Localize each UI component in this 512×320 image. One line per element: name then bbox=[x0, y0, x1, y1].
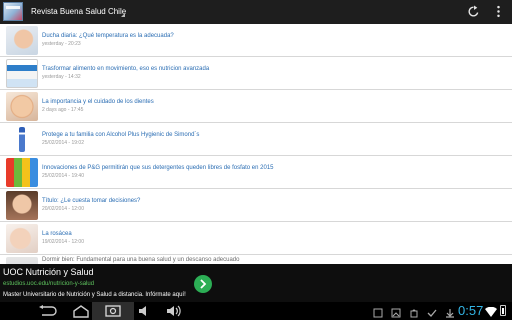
article-date: 20/02/2014 - 12:00 bbox=[42, 206, 84, 212]
ad-banner[interactable]: UOC Nutrición y Salud estudios.uoc.edu/n… bbox=[0, 264, 512, 302]
home-icon bbox=[73, 305, 89, 318]
download-icon bbox=[445, 305, 455, 320]
back-icon bbox=[39, 305, 57, 316]
arrow-right-icon bbox=[200, 279, 207, 289]
ad-url[interactable]: estudios.uoc.edu/nutricion-y-salud bbox=[3, 280, 94, 288]
article-title: La rosácea bbox=[42, 231, 72, 237]
app-screen: Revista Buena Salud Chile Ducha diaria: … bbox=[0, 0, 512, 320]
volume-down-icon bbox=[139, 306, 146, 316]
ad-description[interactable]: Master Universitario de Nutrición y Salu… bbox=[3, 291, 186, 299]
check-icon bbox=[427, 305, 437, 320]
volume-up-icon bbox=[167, 305, 181, 317]
article-thumbnail bbox=[6, 158, 38, 187]
list-item[interactable]: Título: ¿Le cuesta tomar decisiones? 20/… bbox=[0, 189, 512, 222]
wifi-icon bbox=[485, 305, 497, 320]
overflow-menu-button[interactable] bbox=[486, 0, 512, 24]
article-date: 25/02/2014 - 19:02 bbox=[42, 140, 84, 146]
article-title: Dormir bien: Fundamental para una buena … bbox=[42, 257, 240, 263]
screenshot-button[interactable] bbox=[92, 302, 134, 320]
article-thumbnail bbox=[6, 224, 38, 253]
app-logo-icon[interactable] bbox=[3, 2, 23, 21]
article-title: Protege a tu familia con Alcohol Plus Hy… bbox=[42, 132, 200, 138]
app-title[interactable]: Revista Buena Salud Chile bbox=[31, 6, 126, 17]
system-bar: 0:57 bbox=[0, 302, 512, 320]
screenshot-icon bbox=[105, 305, 121, 317]
article-title: La importancia y el cuidado de los dient… bbox=[42, 99, 154, 105]
overflow-menu-icon bbox=[497, 5, 500, 18]
article-date: 19/02/2014 - 12:00 bbox=[42, 239, 84, 245]
list-item[interactable]: Ducha diaria: ¿Qué temperatura es la ade… bbox=[0, 24, 512, 57]
dropdown-caret-icon bbox=[121, 13, 125, 17]
notification-icon bbox=[373, 305, 383, 320]
list-item[interactable]: Protege a tu familia con Alcohol Plus Hy… bbox=[0, 123, 512, 156]
article-title: Título: ¿Le cuesta tomar decisiones? bbox=[42, 198, 141, 204]
article-thumbnail bbox=[6, 191, 38, 220]
back-button[interactable] bbox=[37, 304, 59, 318]
article-title: Trasformar alimento en movimiento, eso e… bbox=[42, 66, 210, 72]
refresh-icon bbox=[468, 5, 479, 17]
article-thumbnail bbox=[6, 257, 38, 264]
article-date: 2 days ago - 17:45 bbox=[42, 107, 84, 113]
article-date: 25/02/2014 - 19:40 bbox=[42, 173, 84, 179]
article-thumbnail bbox=[6, 59, 38, 88]
article-thumbnail bbox=[6, 92, 38, 121]
store-icon bbox=[409, 305, 419, 320]
article-thumbnail bbox=[6, 125, 38, 154]
article-thumbnail bbox=[6, 26, 38, 55]
article-title: Innovaciones de P&G permitirán que sus d… bbox=[42, 165, 274, 171]
list-item[interactable]: La importancia y el cuidado de los dient… bbox=[0, 90, 512, 123]
article-title: Ducha diaria: ¿Qué temperatura es la ade… bbox=[42, 33, 174, 39]
battery-icon bbox=[500, 305, 506, 316]
list-item[interactable]: Dormir bien: Fundamental para una buena … bbox=[0, 255, 512, 264]
article-list[interactable]: Ducha diaria: ¿Qué temperatura es la ade… bbox=[0, 24, 512, 264]
ad-open-button[interactable] bbox=[194, 275, 212, 293]
home-button[interactable] bbox=[72, 304, 90, 318]
article-date: yesterday - 20:23 bbox=[42, 41, 81, 47]
image-icon bbox=[391, 305, 401, 320]
volume-down-button[interactable] bbox=[137, 304, 151, 318]
list-item[interactable]: Innovaciones de P&G permitirán que sus d… bbox=[0, 156, 512, 189]
status-clock: 0:57 bbox=[458, 303, 484, 318]
refresh-button[interactable] bbox=[461, 0, 487, 24]
article-date: yesterday - 14:32 bbox=[42, 74, 81, 80]
action-bar: Revista Buena Salud Chile bbox=[0, 0, 512, 24]
volume-up-button[interactable] bbox=[166, 304, 182, 318]
ad-title[interactable]: UOC Nutrición y Salud bbox=[3, 267, 94, 278]
list-item[interactable]: Trasformar alimento en movimiento, eso e… bbox=[0, 57, 512, 90]
list-item[interactable]: La rosácea 19/02/2014 - 12:00 bbox=[0, 222, 512, 255]
